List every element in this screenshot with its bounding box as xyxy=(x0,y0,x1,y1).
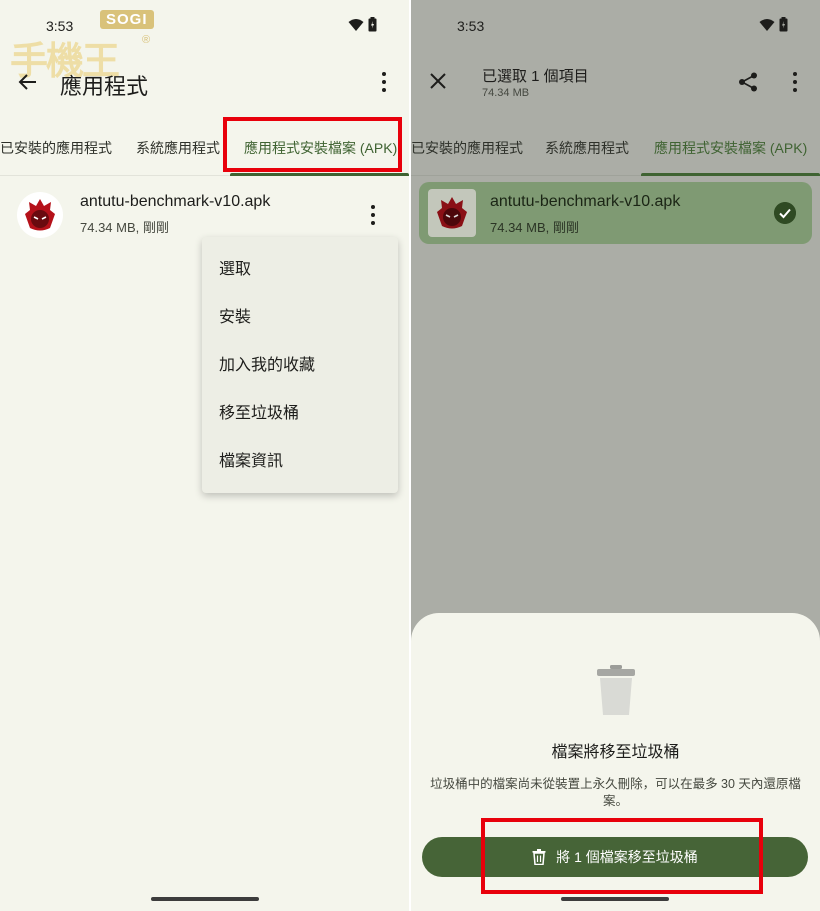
tab-system-apps[interactable]: 系統應用程式 xyxy=(136,138,220,158)
file-name: antutu-benchmark-v10.apk xyxy=(80,193,271,210)
menu-item-select[interactable]: 選取 xyxy=(202,246,398,294)
back-arrow-icon[interactable] xyxy=(16,70,40,94)
menu-item-install[interactable]: 安裝 xyxy=(202,294,398,342)
antutu-app-icon xyxy=(17,192,63,238)
status-bar: 3:53 xyxy=(0,15,409,37)
file-more-options-icon[interactable] xyxy=(370,205,376,225)
gesture-bar xyxy=(151,897,259,901)
status-time: 3:53 xyxy=(457,18,485,34)
more-options-icon[interactable] xyxy=(381,72,387,92)
antutu-app-icon xyxy=(428,189,476,237)
selection-size: 74.34 MB xyxy=(482,87,530,99)
sheet-title: 檔案將移至垃圾桶 xyxy=(551,744,680,761)
selection-title: 已選取 1 個項目 xyxy=(482,68,589,85)
app-bar: 應用程式 xyxy=(0,60,409,104)
file-meta: 74.34 MB, 剛剛 xyxy=(490,220,579,235)
battery-icon xyxy=(368,17,377,32)
status-bar: 3:53 xyxy=(411,15,820,37)
left-screen: 手機王 SOGI ® 3:53 應用程式 已安裝的應用程式 系統應用程式 應用程… xyxy=(0,0,409,911)
gesture-bar xyxy=(561,897,669,901)
file-name: antutu-benchmark-v10.apk xyxy=(490,193,681,210)
menu-item-file-info[interactable]: 檔案資訊 xyxy=(202,438,398,486)
check-circle-icon xyxy=(774,202,796,224)
selected-file-card[interactable]: antutu-benchmark-v10.apk 74.34 MB, 剛剛 xyxy=(419,182,812,244)
menu-item-move-to-trash[interactable]: 移至垃圾桶 xyxy=(202,390,398,438)
trash-icon xyxy=(597,665,635,715)
tab-apk-files[interactable]: 應用程式安裝檔案 (APK) xyxy=(654,138,807,158)
selection-app-bar: 已選取 1 個項目 74.34 MB xyxy=(411,60,820,104)
more-options-icon[interactable] xyxy=(792,72,798,92)
page-title: 應用程式 xyxy=(60,74,149,99)
tab-installed-apps[interactable]: 已安裝的應用程式 xyxy=(0,138,112,158)
active-tab-indicator xyxy=(641,173,820,176)
sheet-description: 垃圾桶中的檔案尚未從裝置上永久刪除，可以在最多 30 天內還原檔案。 xyxy=(430,777,801,808)
status-time: 3:53 xyxy=(46,18,74,34)
tab-bar: 已安裝的應用程式 系統應用程式 應用程式安裝檔案 (APK) xyxy=(411,118,820,176)
close-icon[interactable] xyxy=(429,72,447,90)
tab-system-apps[interactable]: 系統應用程式 xyxy=(545,138,629,158)
context-menu: 選取 安裝 加入我的收藏 移至垃圾桶 檔案資訊 xyxy=(202,237,398,493)
wifi-icon xyxy=(759,18,775,31)
battery-icon xyxy=(779,17,788,32)
file-meta: 74.34 MB, 剛剛 xyxy=(80,220,169,235)
highlight-box-tab xyxy=(223,117,402,172)
share-icon[interactable] xyxy=(737,71,759,93)
active-tab-indicator xyxy=(230,173,409,176)
tab-installed-apps[interactable]: 已安裝的應用程式 xyxy=(411,138,523,158)
wifi-icon xyxy=(348,18,364,31)
right-screen: 3:53 已選取 1 個項目 74.34 MB 已安裝的應用程式 系統應用程式 … xyxy=(411,0,820,911)
menu-item-add-favorite[interactable]: 加入我的收藏 xyxy=(202,342,398,390)
highlight-box-button xyxy=(481,818,763,894)
